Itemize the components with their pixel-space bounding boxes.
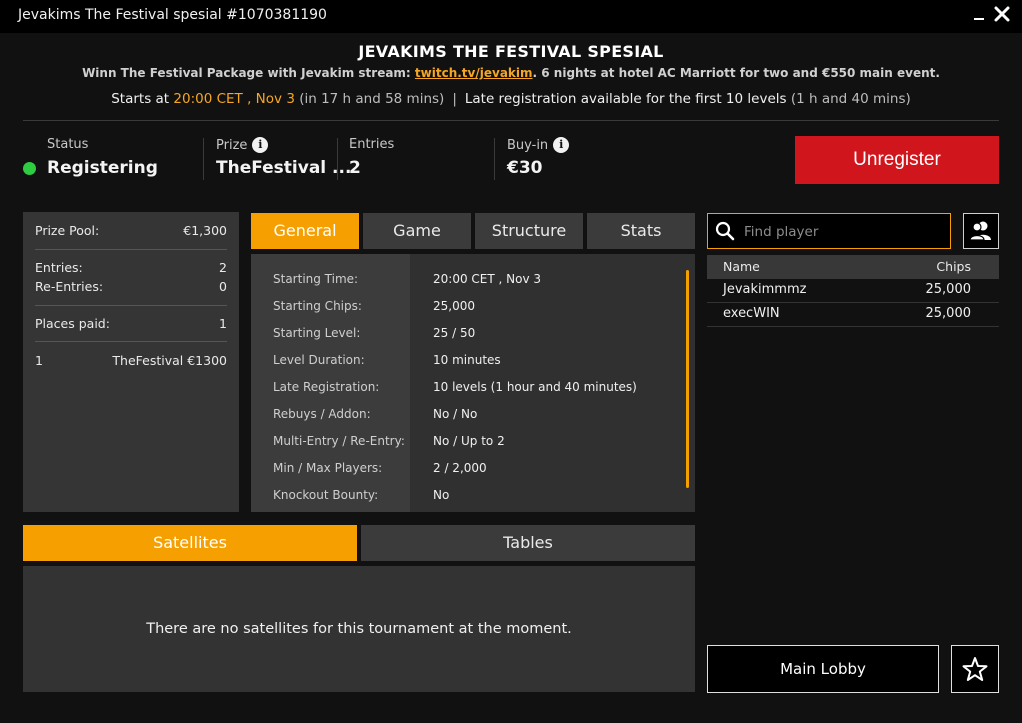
reentries-row: Re-Entries: 0 bbox=[35, 279, 227, 294]
buyin-label: Buy-in i bbox=[507, 137, 570, 153]
entries-value: 2 bbox=[349, 158, 361, 178]
details-scrollbar[interactable] bbox=[686, 270, 689, 488]
info-icon[interactable]: i bbox=[252, 137, 269, 153]
stream-link[interactable]: twitch.tv/jevakim bbox=[415, 66, 533, 80]
tab-general[interactable]: General bbox=[251, 213, 359, 249]
divider bbox=[35, 305, 227, 306]
prize-label-text: Prize bbox=[216, 138, 248, 153]
divider bbox=[35, 341, 227, 342]
starts-prefix: Starts at bbox=[111, 91, 174, 107]
payout-prize: TheFestival €1300 bbox=[112, 353, 227, 368]
table-row[interactable]: execWIN 25,000 bbox=[707, 303, 999, 327]
tab-game[interactable]: Game bbox=[363, 213, 471, 249]
places-paid-value: 1 bbox=[219, 316, 227, 331]
minimize-icon[interactable] bbox=[970, 4, 988, 26]
payout-row: 1 TheFestival €1300 bbox=[35, 353, 227, 368]
detail-label: Late Registration: bbox=[273, 380, 380, 394]
description-text-after: . 6 nights at hotel AC Marriott for two … bbox=[532, 66, 940, 80]
table-row[interactable]: Jevakimmmz 25,000 bbox=[707, 279, 999, 303]
start-info: Starts at 20:00 CET , Nov 3 (in 17 h and… bbox=[0, 91, 1022, 107]
divider bbox=[494, 138, 495, 180]
start-time: 20:00 CET , Nov 3 bbox=[173, 91, 295, 107]
detail-value: No / Up to 2 bbox=[433, 434, 505, 448]
title-bar: Jevakims The Festival spesial #107038119… bbox=[0, 0, 1022, 33]
detail-value: 10 levels (1 hour and 40 minutes) bbox=[433, 380, 637, 394]
close-icon[interactable] bbox=[991, 2, 1013, 26]
prize-pool-label: Prize Pool: bbox=[35, 223, 100, 238]
detail-label: Min / Max Players: bbox=[273, 461, 383, 475]
main-lobby-button[interactable]: Main Lobby bbox=[707, 645, 939, 693]
divider bbox=[23, 120, 999, 121]
detail-label: Starting Time: bbox=[273, 272, 359, 286]
entries-row: Entries: 2 bbox=[35, 260, 227, 275]
reentries-label: Re-Entries: bbox=[35, 279, 104, 294]
unregister-button[interactable]: Unregister bbox=[795, 136, 999, 184]
star-icon[interactable] bbox=[951, 645, 999, 693]
player-chips: 25,000 bbox=[925, 282, 972, 297]
tab-stats[interactable]: Stats bbox=[587, 213, 695, 249]
places-paid-label: Places paid: bbox=[35, 316, 110, 331]
divider bbox=[337, 138, 338, 180]
separator: | bbox=[452, 91, 457, 107]
detail-label: Multi-Entry / Re-Entry: bbox=[273, 434, 405, 448]
general-details-panel: Starting Time: 20:00 CET , Nov 3 Startin… bbox=[251, 254, 695, 512]
prize-label: Prize i bbox=[216, 137, 269, 153]
column-header-chips[interactable]: Chips bbox=[936, 259, 971, 274]
detail-value: 10 minutes bbox=[433, 353, 501, 367]
player-search-box[interactable] bbox=[707, 213, 951, 249]
satellites-empty-message: There are no satellites for this tournam… bbox=[146, 621, 572, 637]
info-icon[interactable]: i bbox=[553, 137, 570, 153]
detail-label: Level Duration: bbox=[273, 353, 365, 367]
tab-tables[interactable]: Tables bbox=[361, 525, 695, 561]
tournament-title: JEVAKIMS THE FESTIVAL SPESIAL bbox=[358, 42, 664, 61]
start-countdown: (in 17 h and 58 mins) bbox=[299, 91, 445, 107]
description-text: Winn The Festival Package with Jevakim s… bbox=[82, 66, 415, 80]
player-chips: 25,000 bbox=[925, 306, 972, 321]
tournament-description: Winn The Festival Package with Jevakim s… bbox=[0, 66, 1022, 80]
prize-value: TheFestival ... bbox=[216, 158, 352, 178]
status-dot-icon bbox=[23, 162, 36, 175]
status-label: Status bbox=[47, 137, 89, 152]
detail-value: No / No bbox=[433, 407, 478, 421]
search-input[interactable] bbox=[744, 222, 944, 242]
players-icon[interactable] bbox=[963, 213, 999, 249]
detail-label: Rebuys / Addon: bbox=[273, 407, 371, 421]
window-title: Jevakims The Festival spesial #107038119… bbox=[18, 7, 327, 23]
divider bbox=[35, 249, 227, 250]
buyin-label-text: Buy-in bbox=[507, 138, 549, 153]
detail-value: 2 / 2,000 bbox=[433, 461, 487, 475]
search-icon bbox=[715, 221, 735, 241]
detail-value: 20:00 CET , Nov 3 bbox=[433, 272, 541, 286]
detail-label: Starting Level: bbox=[273, 326, 361, 340]
buyin-value: €30 bbox=[507, 158, 543, 178]
late-reg-text: Late registration available for the firs… bbox=[464, 91, 787, 107]
tab-structure[interactable]: Structure bbox=[475, 213, 583, 249]
satellites-panel: There are no satellites for this tournam… bbox=[23, 566, 695, 692]
entries-label: Entries bbox=[349, 137, 395, 152]
prize-summary-panel: Prize Pool: €1,300 Entries: 2 Re-Entries… bbox=[23, 212, 239, 512]
detail-value: 25 / 50 bbox=[433, 326, 476, 340]
divider bbox=[203, 138, 204, 180]
prize-pool-row: Prize Pool: €1,300 bbox=[35, 223, 227, 238]
player-name: execWIN bbox=[723, 306, 780, 321]
late-reg-time: (1 h and 40 mins) bbox=[790, 91, 911, 107]
column-header-name[interactable]: Name bbox=[723, 259, 760, 274]
players-table-header: Name Chips bbox=[707, 255, 999, 279]
prize-pool-value: €1,300 bbox=[183, 223, 227, 238]
detail-label: Starting Chips: bbox=[273, 299, 362, 313]
entries-label: Entries: bbox=[35, 260, 83, 275]
status-value: Registering bbox=[47, 158, 158, 178]
detail-label: Knockout Bounty: bbox=[273, 488, 379, 502]
detail-value: 25,000 bbox=[433, 299, 475, 313]
payout-place: 1 bbox=[35, 353, 43, 368]
entries-value: 2 bbox=[219, 260, 227, 275]
places-paid-row: Places paid: 1 bbox=[35, 316, 227, 331]
detail-value: No bbox=[433, 488, 450, 502]
reentries-value: 0 bbox=[219, 279, 227, 294]
player-name: Jevakimmmz bbox=[723, 282, 807, 297]
tab-satellites[interactable]: Satellites bbox=[23, 525, 357, 561]
